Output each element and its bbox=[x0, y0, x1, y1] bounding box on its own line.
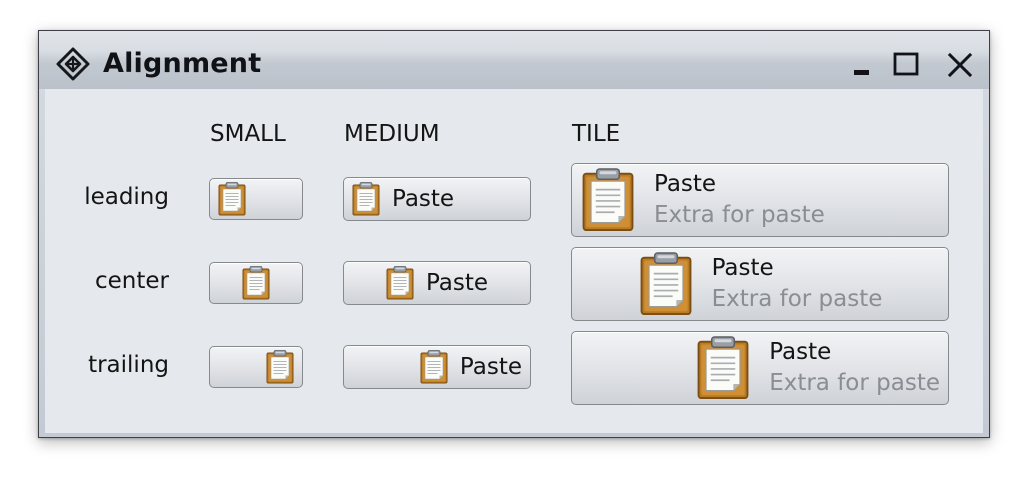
button-label: Paste bbox=[654, 171, 717, 197]
clipboard-paste-icon bbox=[386, 266, 414, 300]
row-label-center: center bbox=[95, 268, 169, 294]
maximize-button[interactable] bbox=[891, 51, 921, 81]
content-panel: SMALL MEDIUM TILE leading center trailin… bbox=[45, 89, 983, 433]
clipboard-paste-icon bbox=[242, 266, 270, 300]
small-trailing-paste-button[interactable] bbox=[209, 346, 303, 388]
minimize-button[interactable] bbox=[850, 51, 880, 81]
alignment-window: Alignment SMALL MEDIUM TILE leading cent… bbox=[38, 30, 990, 438]
medium-center-paste-button[interactable]: Paste bbox=[343, 261, 531, 305]
small-leading-paste-button[interactable] bbox=[209, 178, 303, 220]
minimize-icon bbox=[854, 70, 869, 75]
button-extra-text: Extra for paste bbox=[769, 370, 940, 396]
clipboard-paste-icon bbox=[266, 350, 294, 384]
clipboard-paste-icon bbox=[638, 252, 694, 316]
button-label: Paste bbox=[769, 339, 832, 365]
button-extra-text: Extra for paste bbox=[654, 202, 825, 228]
button-label: Paste bbox=[711, 255, 774, 281]
diamond-grid-icon bbox=[56, 47, 90, 81]
title-bar[interactable]: Alignment bbox=[39, 31, 989, 89]
tile-leading-paste-button[interactable]: Paste Extra for paste bbox=[571, 163, 949, 237]
button-label: Paste bbox=[459, 354, 522, 380]
tile-trailing-paste-button[interactable]: Paste Extra for paste bbox=[571, 331, 949, 405]
clipboard-paste-icon bbox=[420, 350, 448, 384]
tile-center-paste-button[interactable]: Paste Extra for paste bbox=[571, 247, 949, 321]
clipboard-paste-icon bbox=[695, 336, 751, 400]
clipboard-paste-icon bbox=[352, 182, 380, 216]
close-icon bbox=[947, 52, 973, 78]
button-label: Paste bbox=[425, 270, 489, 296]
button-extra-text: Extra for paste bbox=[711, 286, 883, 312]
row-label-trailing: trailing bbox=[88, 352, 169, 378]
clipboard-paste-icon bbox=[580, 168, 636, 232]
row-label-leading: leading bbox=[84, 184, 169, 210]
clipboard-paste-icon bbox=[218, 182, 246, 216]
column-header-small: SMALL bbox=[210, 121, 286, 147]
button-label: Paste bbox=[392, 186, 455, 212]
column-header-tile: TILE bbox=[572, 121, 621, 147]
window-title: Alignment bbox=[103, 48, 262, 79]
close-button[interactable] bbox=[945, 51, 975, 81]
medium-leading-paste-button[interactable]: Paste bbox=[343, 177, 531, 221]
column-header-medium: MEDIUM bbox=[344, 121, 440, 147]
small-center-paste-button[interactable] bbox=[209, 262, 303, 304]
medium-trailing-paste-button[interactable]: Paste bbox=[343, 345, 531, 389]
maximize-icon bbox=[893, 52, 919, 76]
